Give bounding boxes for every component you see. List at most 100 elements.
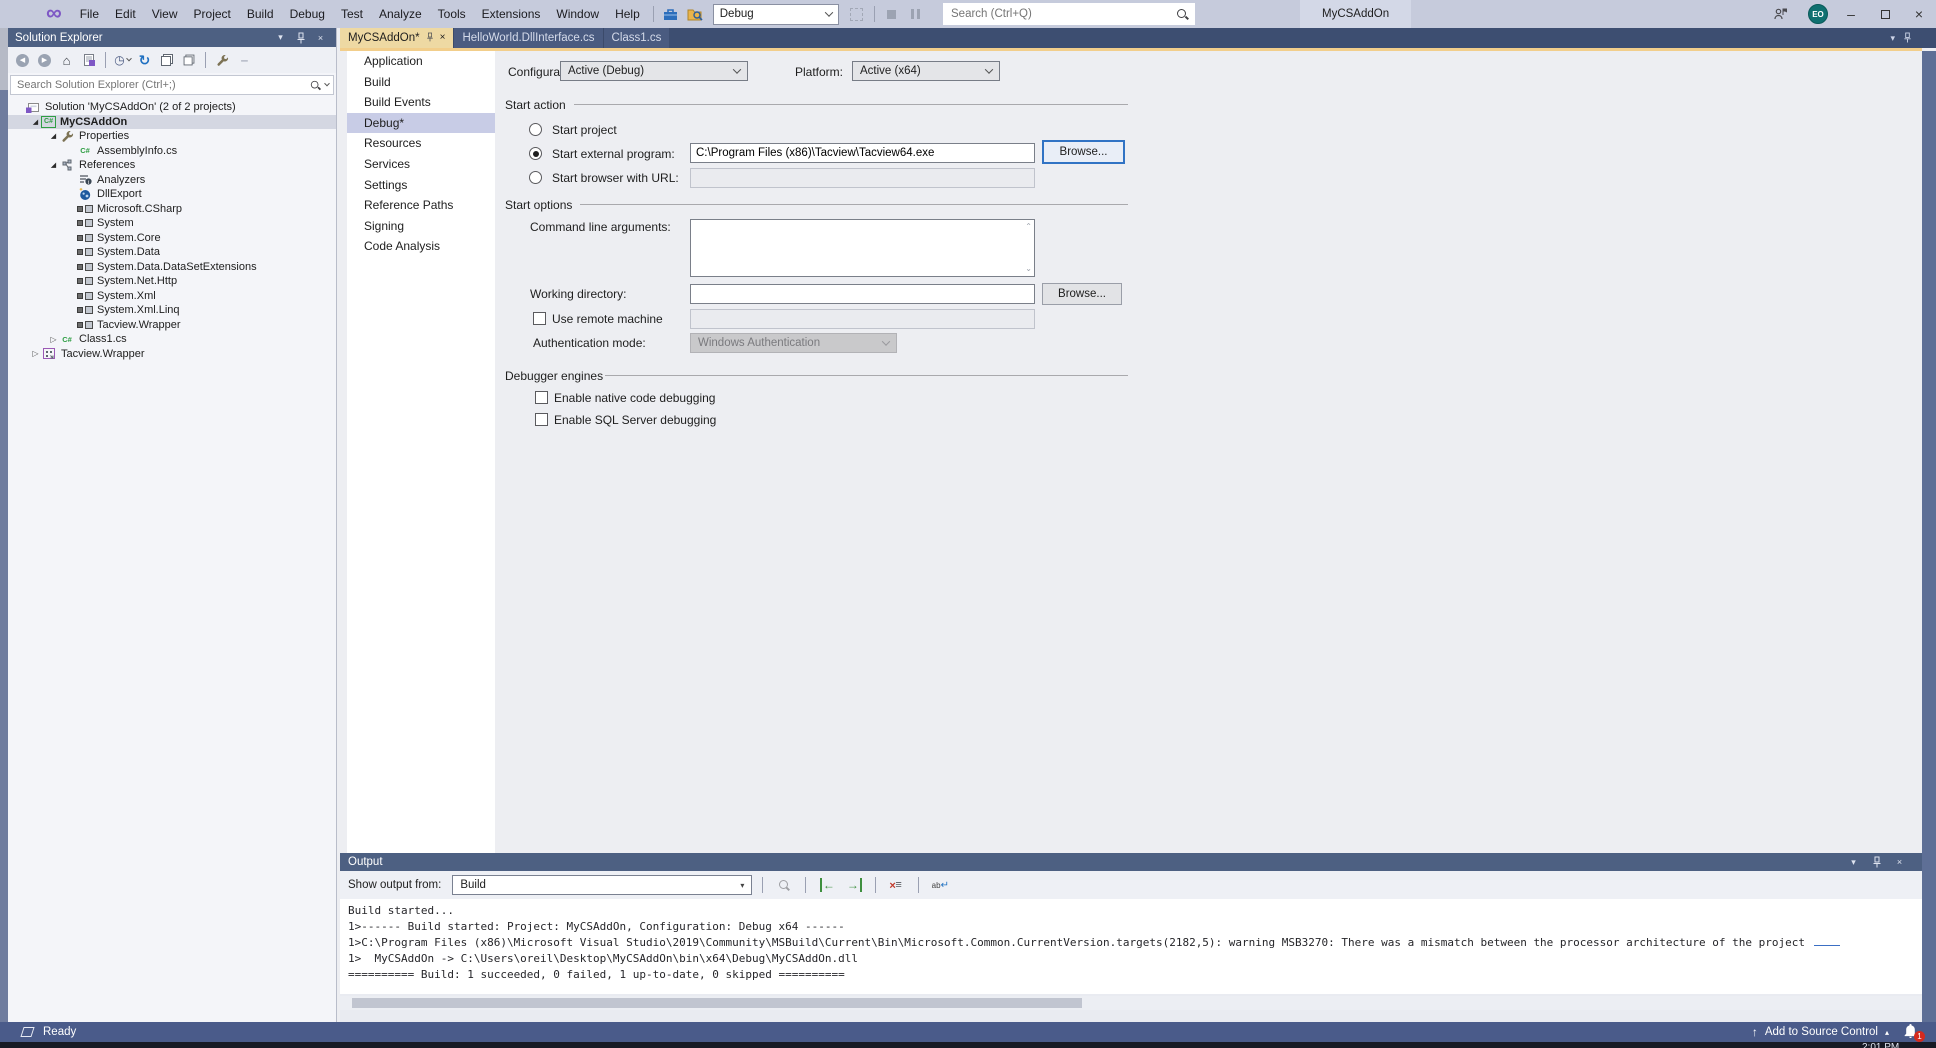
menu-help[interactable]: Help [607,3,648,25]
tree-item-assembly[interactable]: System.Data.DataSetExtensions [8,260,336,275]
tab-class1[interactable]: Class1.cs [602,28,670,48]
start-project-label[interactable]: Start project [552,123,617,137]
tab-mycsaddon[interactable]: MyCSAddOn* × [340,28,454,48]
tree-item-file[interactable]: AssemblyInfo.cs [8,144,336,159]
clear-all-icon[interactable]: ≡ × [886,875,908,895]
menu-window[interactable]: Window [548,3,607,25]
tree-item-assembly[interactable]: System.Xml [8,289,336,304]
nav-signing[interactable]: Signing [347,216,495,237]
quick-search-box[interactable] [943,3,1195,25]
notifications-button[interactable]: 1 [1904,1024,1925,1042]
start-browser-radio[interactable] [529,171,542,184]
close-button[interactable]: × [1902,0,1936,28]
sql-debugging-label[interactable]: Enable SQL Server debugging [554,413,716,427]
chevron-down-icon[interactable]: ▾ [272,30,289,45]
output-horizontal-scrollbar[interactable] [340,996,1922,1010]
use-remote-machine-checkbox[interactable] [533,312,546,325]
output-log[interactable]: Build started... 1>------ Build started:… [340,899,1922,994]
tree-item-dllexport[interactable]: DllExport [8,187,336,202]
close-icon[interactable]: × [440,33,446,43]
chevron-down-icon[interactable]: ▾ [1845,855,1862,870]
tree-item-assembly[interactable]: System.Data [8,245,336,260]
tree-item-properties[interactable]: ◢ Properties [8,129,336,144]
back-icon[interactable]: ◀ [12,50,33,71]
menu-debug[interactable]: Debug [282,3,333,25]
refresh-icon[interactable]: ↻ [134,50,155,71]
quick-search-input[interactable] [943,8,1176,20]
sync-with-active-document-icon[interactable] [156,50,177,71]
chevron-expanded-icon[interactable]: ◢ [48,132,59,140]
restore-button[interactable] [1868,0,1902,28]
menu-analyze[interactable]: Analyze [371,3,430,25]
forward-icon[interactable]: ▶ [34,50,55,71]
native-debugging-label[interactable]: Enable native code debugging [554,391,715,405]
nav-build-events[interactable]: Build Events [347,92,495,113]
folder-search-icon[interactable] [683,3,707,25]
menu-project[interactable]: Project [186,3,239,25]
start-browser-label[interactable]: Start browser with URL: [552,171,679,185]
chevron-up-icon[interactable]: ▴ [1885,1028,1889,1037]
menu-tools[interactable]: Tools [430,3,474,25]
tree-item-assembly[interactable]: System.Net.Http [8,274,336,289]
toolbox-icon[interactable] [659,3,683,25]
tree-item-assembly[interactable]: Microsoft.CSharp [8,202,336,217]
vertical-scrollbar[interactable] [1922,51,1936,1022]
nav-reference-paths[interactable]: Reference Paths [347,195,495,216]
tree-item-references[interactable]: ◢ References [8,158,336,173]
native-debugging-checkbox[interactable] [535,391,548,404]
scroll-down-icon[interactable]: ⌄ [1025,265,1032,273]
word-wrap-icon[interactable]: ab↵ [929,875,951,895]
nav-settings[interactable]: Settings [347,175,495,196]
previous-message-icon[interactable]: ← [816,875,838,895]
menu-extensions[interactable]: Extensions [474,3,549,25]
tree-item-assembly[interactable]: System.Core [8,231,336,246]
close-icon[interactable]: × [312,30,329,45]
chevron-expanded-icon[interactable]: ◢ [30,118,41,126]
pin-icon[interactable] [426,32,434,45]
tree-item-solution[interactable]: Solution 'MyCSAddOn' (2 of 2 projects) [8,100,336,115]
pin-icon[interactable] [1903,32,1912,45]
tree-item-file[interactable]: ▷ Class1.cs [8,332,336,347]
minimize-button[interactable]: – [1834,0,1868,28]
search-icon[interactable] [310,79,321,90]
home-icon[interactable]: ⌂ [56,50,77,71]
pin-icon[interactable] [1868,855,1885,870]
scroll-up-icon[interactable]: ⌃ [1025,223,1032,231]
warning-link-underline[interactable] [1813,944,1840,946]
chevron-collapsed-icon[interactable]: ▷ [30,349,41,358]
nav-resources[interactable]: Resources [347,133,495,154]
menu-file[interactable]: File [72,3,107,25]
scrollbar-thumb[interactable] [352,998,1082,1008]
nav-debug[interactable]: Debug* [347,112,495,134]
tree-item-assembly[interactable]: System.Xml.Linq [8,303,336,318]
next-message-icon[interactable]: → [843,875,865,895]
menu-build[interactable]: Build [239,3,282,25]
search-icon[interactable] [1176,8,1189,21]
tree-item-analyzers[interactable]: i Analyzers [8,173,336,188]
pending-changes-filter-icon[interactable]: ◷ [112,50,133,71]
platform-dropdown[interactable]: Active (x64) [852,61,1000,81]
chevron-down-icon[interactable]: ▾ [1890,33,1895,44]
nav-services[interactable]: Services [347,154,495,175]
tree-item-project[interactable]: ◢ MyCSAddOn [8,114,336,129]
start-project-radio[interactable] [529,123,542,136]
chevron-down-icon[interactable] [324,80,330,87]
collapse-all-icon[interactable] [178,50,199,71]
sql-debugging-checkbox[interactable] [535,413,548,426]
solution-configurations-dropdown[interactable]: Debug [712,3,839,25]
tab-helloworld-dllinterface[interactable]: HelloWorld.DllInterface.cs [453,28,603,48]
use-remote-machine-label[interactable]: Use remote machine [552,312,663,326]
properties-icon[interactable] [212,50,233,71]
nav-code-analysis[interactable]: Code Analysis [347,236,495,257]
chevron-collapsed-icon[interactable]: ▷ [48,335,59,344]
output-source-dropdown[interactable]: Build ▾ [452,875,753,895]
menu-edit[interactable]: Edit [107,3,144,25]
solution-search-box[interactable] [10,75,334,95]
tree-item-assembly[interactable]: Tacview.Wrapper [8,318,336,333]
external-program-path-input[interactable] [690,143,1035,163]
start-external-program-label[interactable]: Start external program: [552,147,675,161]
output-header[interactable]: Output ▾ × [340,853,1936,871]
menu-view[interactable]: View [144,3,186,25]
working-directory-input[interactable] [690,284,1035,304]
nav-build[interactable]: Build [347,72,495,93]
